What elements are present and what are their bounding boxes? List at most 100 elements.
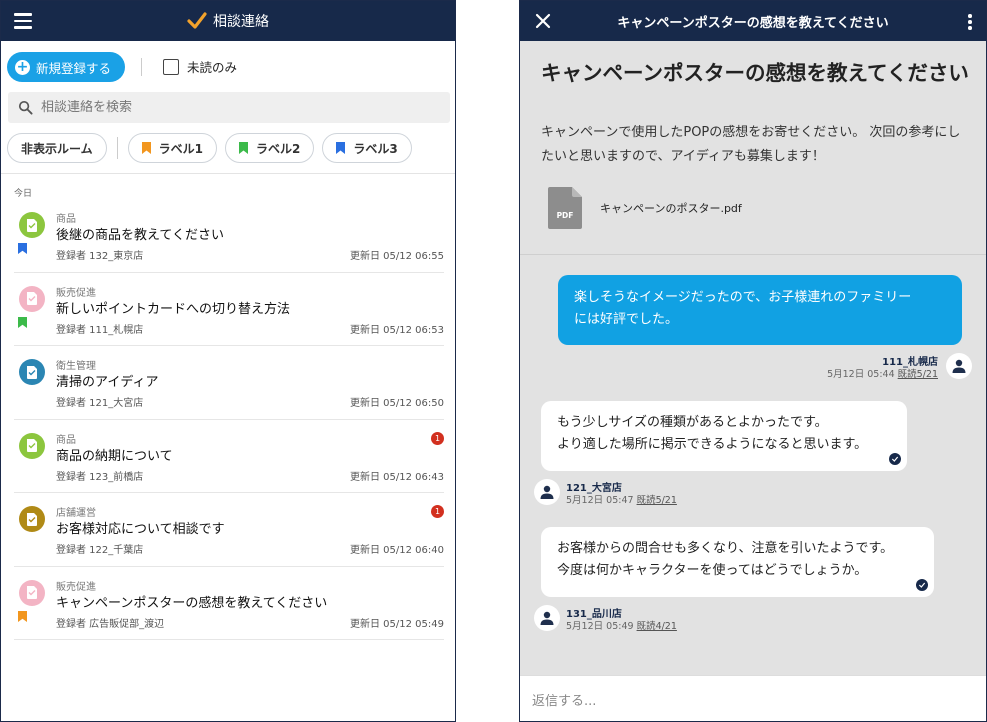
search-icon bbox=[18, 100, 33, 115]
room-detail-panel: キャンペーンポスターの感想を教えてください キャンペーンポスターの感想を教えてく… bbox=[519, 0, 987, 722]
unread-only-toggle[interactable]: 未読のみ bbox=[163, 57, 237, 76]
list-item[interactable]: 商品 商品の納期について 登録者 123_前橋店 更新日 05/12 06:43 1 bbox=[1, 420, 455, 493]
category-avatar bbox=[19, 579, 45, 606]
label3-text: ラベル3 bbox=[353, 141, 398, 156]
item-author: 登録者 広告販促部_渡辺 bbox=[56, 618, 165, 630]
message-line: お客様からの問合せも多くなり、注意を引いたようです。 bbox=[557, 541, 894, 556]
room-list: 商品 後継の商品を教えてください 登録者 132_東京店 更新日 05/12 06:5… bbox=[1, 199, 455, 640]
document-icon bbox=[27, 365, 37, 379]
pdf-file-icon: PDF bbox=[548, 187, 582, 229]
read-count-link[interactable]: 既読4/21 bbox=[637, 621, 677, 632]
more-options-icon[interactable] bbox=[968, 14, 972, 32]
hidden-rooms-chip[interactable]: 非表示ルーム bbox=[7, 133, 107, 163]
unread-only-checkbox[interactable] bbox=[163, 58, 179, 75]
label3-chip[interactable]: ラベル3 bbox=[322, 133, 412, 163]
toolbar-divider bbox=[141, 58, 142, 76]
bookmark-blue-icon bbox=[336, 142, 346, 154]
avatar bbox=[946, 353, 972, 379]
document-icon bbox=[27, 512, 37, 526]
bookmark-icon bbox=[18, 316, 27, 328]
message-line: 楽しそうなイメージだったので、お子様連れのファミリー bbox=[574, 290, 912, 305]
message-time: 5月12日 05:47 bbox=[566, 495, 634, 506]
item-author: 登録者 121_大宮店 bbox=[56, 398, 144, 409]
user-icon bbox=[540, 485, 554, 499]
item-updated: 更新日 05/12 06:55 bbox=[350, 251, 444, 262]
message-meta: 5月12日 05:49 既読4/21 bbox=[566, 618, 677, 632]
search-input[interactable] bbox=[41, 100, 421, 115]
item-title: キャンペーンポスターの感想を教えてください bbox=[56, 595, 328, 611]
unread-only-label: 未読のみ bbox=[187, 60, 238, 75]
unread-badge: 1 bbox=[431, 505, 444, 518]
item-category: 販売促進 bbox=[56, 287, 96, 299]
item-title: 商品の納期について bbox=[56, 448, 173, 464]
app-title: 相談連絡 bbox=[1, 1, 455, 41]
list-item[interactable]: 販売促進 新しいポイントカードへの切り替え方法 登録者 111_札幌店 更新日 05/… bbox=[1, 273, 455, 346]
detail-header: キャンペーンポスターの感想を教えてください bbox=[520, 1, 986, 41]
message-bubble: もう少しサイズの種類があるとよかったです。 より適した場所に掲示できるようになる… bbox=[541, 401, 907, 471]
search-bar bbox=[8, 92, 450, 123]
label1-text: ラベル1 bbox=[158, 141, 203, 156]
item-author: 登録者 123_前橋店 bbox=[56, 471, 144, 483]
message-bubble: 楽しそうなイメージだったので、お子様連れのファミリー には好評でした。 bbox=[558, 275, 962, 345]
pdf-type-label: PDF bbox=[557, 211, 574, 220]
bookmark-icon bbox=[18, 610, 27, 622]
read-count-link[interactable]: 既読5/21 bbox=[898, 369, 938, 380]
message-bubble: お客様からの問合せも多くなり、注意を引いたようです。 今度は何かキャラクターを使… bbox=[541, 527, 934, 597]
message-meta: 5月12日 05:44 既読5/21 bbox=[827, 366, 938, 380]
message-line: もう少しサイズの種類があるとよかったです。 bbox=[557, 415, 828, 430]
label2-text: ラベル2 bbox=[256, 141, 301, 156]
item-title: 新しいポイントカードへの切り替え方法 bbox=[56, 301, 291, 317]
plus-icon: + bbox=[15, 58, 30, 75]
list-divider bbox=[1, 173, 455, 174]
app-header: 相談連絡 bbox=[1, 1, 455, 41]
room-list-panel: 相談連絡 + 新規登録する 未読のみ 非表示ルーム ラベル1 ラベ bbox=[0, 0, 456, 722]
list-item[interactable]: 販売促進 キャンペーンポスターの感想を教えてください 登録者 広告販促部_渡辺 更新日… bbox=[1, 567, 455, 640]
list-item[interactable]: 店舗運営 お客様対応について相談です 登録者 122_千葉店 更新日 05/12 06… bbox=[1, 493, 455, 567]
read-count-link[interactable]: 既読5/21 bbox=[637, 495, 677, 506]
attachment[interactable]: PDF キャンペーンのポスター.pdf bbox=[548, 187, 742, 229]
new-register-button[interactable]: + 新規登録する bbox=[7, 52, 126, 82]
label1-chip[interactable]: ラベル1 bbox=[127, 133, 217, 163]
category-avatar bbox=[19, 212, 45, 238]
item-author: 登録者 122_千葉店 bbox=[56, 545, 144, 556]
user-icon bbox=[952, 359, 966, 373]
list-item[interactable]: 衛生管理 清掃のアイディア 登録者 121_大宮店 更新日 05/12 06:50 bbox=[1, 346, 455, 420]
category-avatar bbox=[19, 359, 45, 385]
post-body: キャンペーンで使用したPOPの感想をお寄せください。 次回の参考にしたいと思いま… bbox=[541, 125, 961, 164]
post-title: キャンペーンポスターの感想を教えてください bbox=[541, 61, 969, 85]
item-updated: 更新日 05/12 06:53 bbox=[350, 324, 444, 336]
message-time: 5月12日 05:44 bbox=[827, 369, 895, 380]
reply-input[interactable] bbox=[532, 694, 952, 709]
category-avatar bbox=[19, 506, 45, 532]
item-category: 販売促進 bbox=[56, 581, 96, 593]
item-title: 後継の商品を教えてください bbox=[56, 228, 224, 243]
bookmark-green-icon bbox=[239, 142, 248, 154]
category-avatar bbox=[19, 432, 45, 459]
message-meta: 5月12日 05:47 既読5/21 bbox=[566, 492, 677, 506]
list-item[interactable]: 商品 後継の商品を教えてください 登録者 132_東京店 更新日 05/12 06:5… bbox=[1, 199, 455, 273]
read-check-icon bbox=[916, 579, 928, 591]
label2-chip[interactable]: ラベル2 bbox=[225, 133, 315, 163]
item-divider bbox=[14, 639, 444, 640]
check-logo-icon bbox=[187, 12, 207, 29]
item-category: 衛生管理 bbox=[56, 361, 96, 372]
reply-bar bbox=[520, 675, 986, 721]
detail-header-title: キャンペーンポスターの感想を教えてください bbox=[617, 16, 889, 31]
document-icon bbox=[27, 218, 37, 232]
new-register-label: 新規登録する bbox=[36, 60, 112, 76]
message-line: には好評でした。 bbox=[574, 312, 679, 327]
avatar bbox=[534, 605, 560, 631]
message-line: 今度は何かキャラクターを使ってはどうでしょうか。 bbox=[557, 563, 868, 578]
app-title-text: 相談連絡 bbox=[213, 14, 269, 30]
filter-chips: 非表示ルーム ラベル1 ラベル2 ラベル3 bbox=[7, 133, 412, 163]
item-updated: 更新日 05/12 06:50 bbox=[350, 398, 444, 409]
document-icon bbox=[27, 292, 37, 305]
user-icon bbox=[540, 611, 554, 625]
unread-badge: 1 bbox=[431, 431, 444, 445]
avatar bbox=[534, 479, 560, 505]
item-updated: 更新日 05/12 06:43 bbox=[350, 471, 444, 483]
toolbar: + 新規登録する 未読のみ bbox=[1, 41, 455, 93]
attachment-name: キャンペーンのポスター.pdf bbox=[600, 202, 742, 215]
item-category: 店舗運営 bbox=[56, 508, 96, 519]
hidden-rooms-label: 非表示ルーム bbox=[21, 141, 93, 156]
